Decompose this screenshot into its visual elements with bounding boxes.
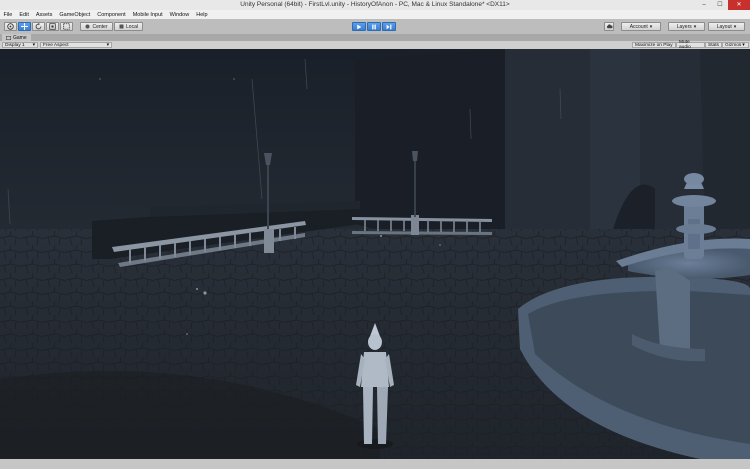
menu-assets[interactable]: Assets (32, 12, 56, 18)
game-tab-icon (6, 35, 11, 40)
window-titlebar: Unity Personal (64bit) - FirstLvl.unity … (0, 0, 750, 10)
account-dropdown[interactable]: Account ▾ (621, 22, 661, 31)
layout-dropdown[interactable]: Layout ▾ (708, 22, 745, 31)
rect-tool-button[interactable] (60, 22, 73, 31)
pause-button[interactable] (367, 22, 381, 31)
maximize-on-play-toggle[interactable]: Maximize on Play (632, 42, 676, 48)
main-toolbar: Center Local Account ▾ Layers ▾ Layout ▾ (0, 19, 750, 35)
scale-tool-icon (49, 23, 56, 30)
hand-tool-button[interactable] (4, 22, 17, 31)
close-button[interactable]: ✕ (728, 0, 750, 10)
chevron-down-icon: ▾ (649, 23, 653, 30)
rotate-tool-button[interactable] (32, 22, 45, 31)
chevron-down-icon: ▾ (32, 42, 35, 48)
step-button[interactable] (382, 22, 396, 31)
rotate-tool-icon (35, 23, 42, 30)
display-label: Display 1 (5, 42, 25, 48)
space-label: Local (126, 23, 138, 30)
pause-icon (372, 24, 376, 29)
step-icon (386, 24, 392, 29)
display-dropdown[interactable]: Display 1 ▾ (2, 42, 38, 48)
play-icon (357, 24, 362, 29)
cloud-icon (606, 24, 613, 29)
menu-mobile-input[interactable]: Mobile Input (129, 12, 166, 18)
chevron-down-icon: ▾ (742, 42, 745, 48)
move-tool-icon (21, 23, 28, 30)
hand-tool-icon (7, 23, 14, 30)
layers-label: Layers (676, 23, 692, 30)
menu-gameobject[interactable]: GameObject (56, 12, 94, 18)
menu-file[interactable]: File (0, 12, 16, 18)
mute-audio-toggle[interactable]: Mute audio (676, 40, 705, 50)
tab-game[interactable]: Game (2, 34, 31, 41)
window-controls: – ☐ ✕ (696, 0, 750, 10)
editor-tab-bar: Game (0, 34, 750, 41)
pivot-center-icon (85, 24, 90, 29)
scale-tool-button[interactable] (46, 22, 59, 31)
chevron-down-icon: ▾ (693, 23, 697, 30)
rect-tool-icon (63, 23, 70, 30)
status-bar (0, 459, 750, 469)
minimize-button[interactable]: – (696, 0, 712, 10)
menu-bar: File Edit Assets GameObject Component Mo… (0, 10, 750, 19)
chevron-down-icon: ▾ (106, 42, 109, 48)
play-button[interactable] (352, 22, 366, 31)
menu-help[interactable]: Help (193, 12, 211, 18)
gizmos-label: Gizmos (725, 42, 742, 48)
maximize-button[interactable]: ☐ (712, 0, 728, 10)
layout-label: Layout (716, 23, 732, 30)
aspect-label: Free Aspect (43, 42, 69, 48)
window-title: Unity Personal (64bit) - FirstLvl.unity … (240, 1, 510, 8)
cloud-button[interactable] (604, 22, 614, 31)
chevron-down-icon: ▾ (733, 23, 737, 30)
move-tool-button[interactable] (18, 22, 31, 31)
maximize-on-play-label: Maximize on Play (635, 42, 673, 48)
menu-window[interactable]: Window (166, 12, 193, 18)
game-scene (0, 49, 750, 459)
local-space-icon (119, 24, 124, 29)
gizmos-dropdown[interactable]: Gizmos ▾ (722, 42, 749, 48)
pivot-label: Center (92, 23, 108, 30)
pivot-toggle-button[interactable]: Center (80, 22, 113, 31)
tab-game-label: Game (13, 34, 27, 41)
game-viewport[interactable] (0, 49, 750, 459)
layers-dropdown[interactable]: Layers ▾ (668, 22, 705, 31)
menu-edit[interactable]: Edit (16, 12, 32, 18)
aspect-dropdown[interactable]: Free Aspect ▾ (40, 42, 112, 48)
menu-component[interactable]: Component (94, 12, 129, 18)
space-toggle-button[interactable]: Local (114, 22, 143, 31)
account-label: Account (629, 23, 648, 30)
stats-toggle[interactable]: Stats (705, 42, 722, 48)
stats-label: Stats (708, 42, 719, 48)
